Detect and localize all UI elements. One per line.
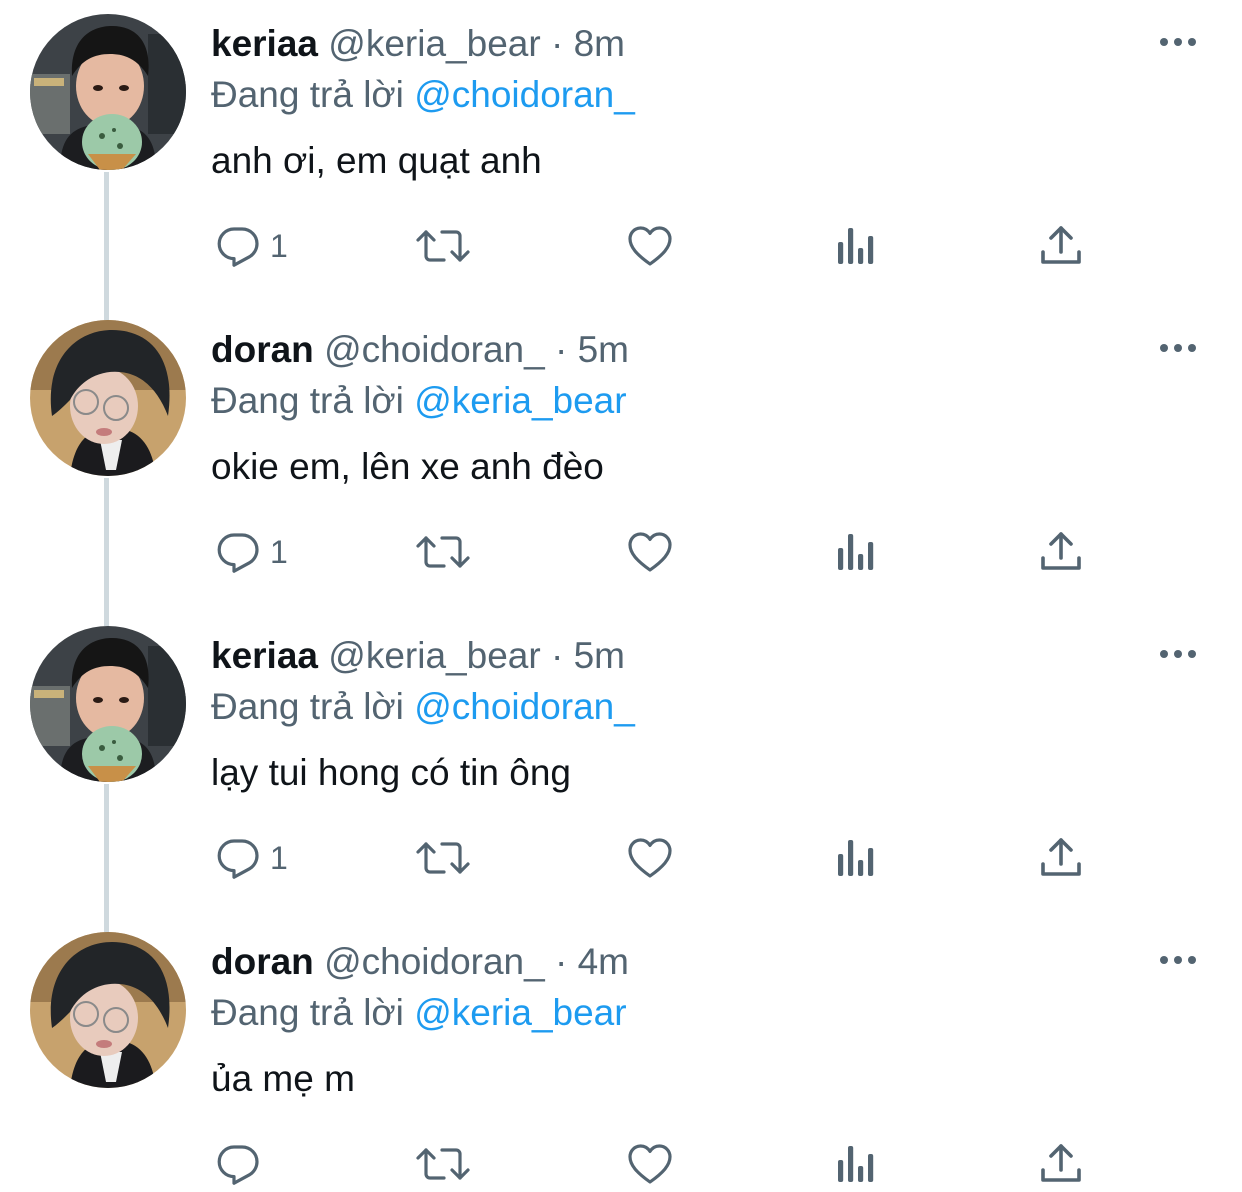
retweet-button[interactable] bbox=[414, 524, 472, 580]
reply-icon bbox=[217, 1145, 259, 1185]
share-icon bbox=[1041, 1144, 1081, 1182]
retweet-button[interactable] bbox=[414, 218, 472, 274]
like-button[interactable] bbox=[625, 218, 675, 274]
replying-to-line: Đang trả lời @keria_bear bbox=[211, 991, 627, 1035]
views-button[interactable] bbox=[834, 1136, 878, 1192]
more-icon[interactable] bbox=[1156, 640, 1200, 668]
avatar[interactable] bbox=[30, 320, 186, 476]
heart-icon bbox=[628, 838, 672, 878]
separator-dot: · bbox=[550, 635, 564, 676]
share-button[interactable] bbox=[1038, 218, 1084, 274]
reply-count: 1 bbox=[270, 533, 288, 570]
user-handle[interactable]: @keria_bear bbox=[328, 23, 540, 64]
like-button[interactable] bbox=[625, 830, 675, 886]
tweet-header: doran @choidoran_ · 4m bbox=[211, 940, 629, 984]
views-button[interactable] bbox=[834, 218, 878, 274]
separator-dot: · bbox=[555, 941, 568, 982]
views-icon bbox=[838, 840, 874, 876]
tweet-text: ủa mẹ m bbox=[211, 1058, 355, 1099]
retweet-button[interactable] bbox=[414, 1136, 472, 1192]
like-button[interactable] bbox=[625, 1136, 675, 1192]
display-name[interactable]: keriaa bbox=[211, 23, 318, 64]
retweet-icon bbox=[416, 536, 470, 568]
share-button[interactable] bbox=[1038, 524, 1084, 580]
timestamp[interactable]: 5m bbox=[578, 329, 629, 370]
heart-icon bbox=[628, 532, 672, 572]
views-button[interactable] bbox=[834, 830, 878, 886]
heart-icon bbox=[628, 1144, 672, 1184]
tweet-header: keriaa @keria_bear · 5m bbox=[211, 634, 625, 678]
reply-count: 1 bbox=[270, 227, 288, 264]
avatar[interactable] bbox=[30, 932, 186, 1088]
more-icon[interactable] bbox=[1156, 946, 1200, 974]
display-name[interactable]: keriaa bbox=[211, 635, 318, 676]
views-icon bbox=[838, 1146, 874, 1182]
replying-to-mention[interactable]: @choidoran_ bbox=[414, 74, 635, 115]
keria-avatar-image bbox=[30, 14, 186, 170]
share-icon bbox=[1041, 226, 1081, 264]
replying-to-line: Đang trả lời @keria_bear bbox=[211, 379, 627, 423]
replying-to-line: Đang trả lời @choidoran_ bbox=[211, 73, 635, 117]
avatar[interactable] bbox=[30, 626, 186, 782]
tweet-text: anh ơi, em quạt anh bbox=[211, 140, 542, 181]
reply-button[interactable]: 1 bbox=[214, 830, 288, 886]
more-icon[interactable] bbox=[1156, 334, 1200, 362]
share-icon bbox=[1041, 532, 1081, 570]
more-icon[interactable] bbox=[1156, 28, 1200, 56]
replying-to-mention[interactable]: @keria_bear bbox=[414, 380, 626, 421]
tweet[interactable]: doran @choidoran_ · 5m Đang trả lời @ker… bbox=[0, 306, 1242, 612]
separator-dot: · bbox=[550, 23, 564, 64]
retweet-icon bbox=[416, 230, 470, 262]
reply-button[interactable]: 1 bbox=[214, 218, 288, 274]
replying-to-line: Đang trả lời @choidoran_ bbox=[211, 685, 635, 729]
reply-icon bbox=[217, 839, 259, 879]
reply-count: 1 bbox=[270, 839, 288, 876]
views-icon bbox=[838, 228, 874, 264]
doran-avatar-image bbox=[30, 320, 186, 476]
doran-avatar-image bbox=[30, 932, 186, 1088]
tweet[interactable]: keriaa @keria_bear · 5m Đang trả lời @ch… bbox=[0, 612, 1242, 918]
tweet[interactable]: doran @choidoran_ · 4m Đang trả lời @ker… bbox=[0, 918, 1242, 1191]
heart-icon bbox=[628, 226, 672, 266]
replying-prefix: Đang trả lời bbox=[211, 686, 404, 727]
share-icon bbox=[1041, 838, 1081, 876]
avatar[interactable] bbox=[30, 14, 186, 170]
reply-button[interactable]: 1 bbox=[214, 524, 288, 580]
timestamp[interactable]: 8m bbox=[574, 23, 625, 64]
display-name[interactable]: doran bbox=[211, 329, 314, 370]
replying-prefix: Đang trả lời bbox=[211, 74, 404, 115]
display-name[interactable]: doran bbox=[211, 941, 314, 982]
timestamp[interactable]: 4m bbox=[578, 941, 629, 982]
retweet-button[interactable] bbox=[414, 830, 472, 886]
replying-prefix: Đang trả lời bbox=[211, 992, 404, 1033]
replying-prefix: Đang trả lời bbox=[211, 380, 404, 421]
reply-button[interactable] bbox=[214, 1136, 270, 1192]
like-button[interactable] bbox=[625, 524, 675, 580]
tweet-header: keriaa @keria_bear · 8m bbox=[211, 22, 625, 66]
reply-icon bbox=[217, 533, 259, 573]
reply-icon bbox=[217, 227, 259, 267]
share-button[interactable] bbox=[1038, 1136, 1084, 1192]
tweet[interactable]: keriaa @keria_bear · 8m Đang trả lời @ch… bbox=[0, 0, 1242, 306]
retweet-icon bbox=[416, 1148, 470, 1180]
keria-avatar-image bbox=[30, 626, 186, 782]
retweet-icon bbox=[416, 842, 470, 874]
replying-to-mention[interactable]: @keria_bear bbox=[414, 992, 626, 1033]
timestamp[interactable]: 5m bbox=[574, 635, 625, 676]
tweet-text: okie em, lên xe anh đèo bbox=[211, 446, 604, 487]
views-button[interactable] bbox=[834, 524, 878, 580]
user-handle[interactable]: @choidoran_ bbox=[324, 329, 545, 370]
tweet-header: doran @choidoran_ · 5m bbox=[211, 328, 629, 372]
replying-to-mention[interactable]: @choidoran_ bbox=[414, 686, 635, 727]
separator-dot: · bbox=[555, 329, 568, 370]
tweet-text: lạy tui hong có tin ông bbox=[211, 752, 571, 793]
user-handle[interactable]: @choidoran_ bbox=[324, 941, 545, 982]
views-icon bbox=[838, 534, 874, 570]
share-button[interactable] bbox=[1038, 830, 1084, 886]
user-handle[interactable]: @keria_bear bbox=[328, 635, 540, 676]
